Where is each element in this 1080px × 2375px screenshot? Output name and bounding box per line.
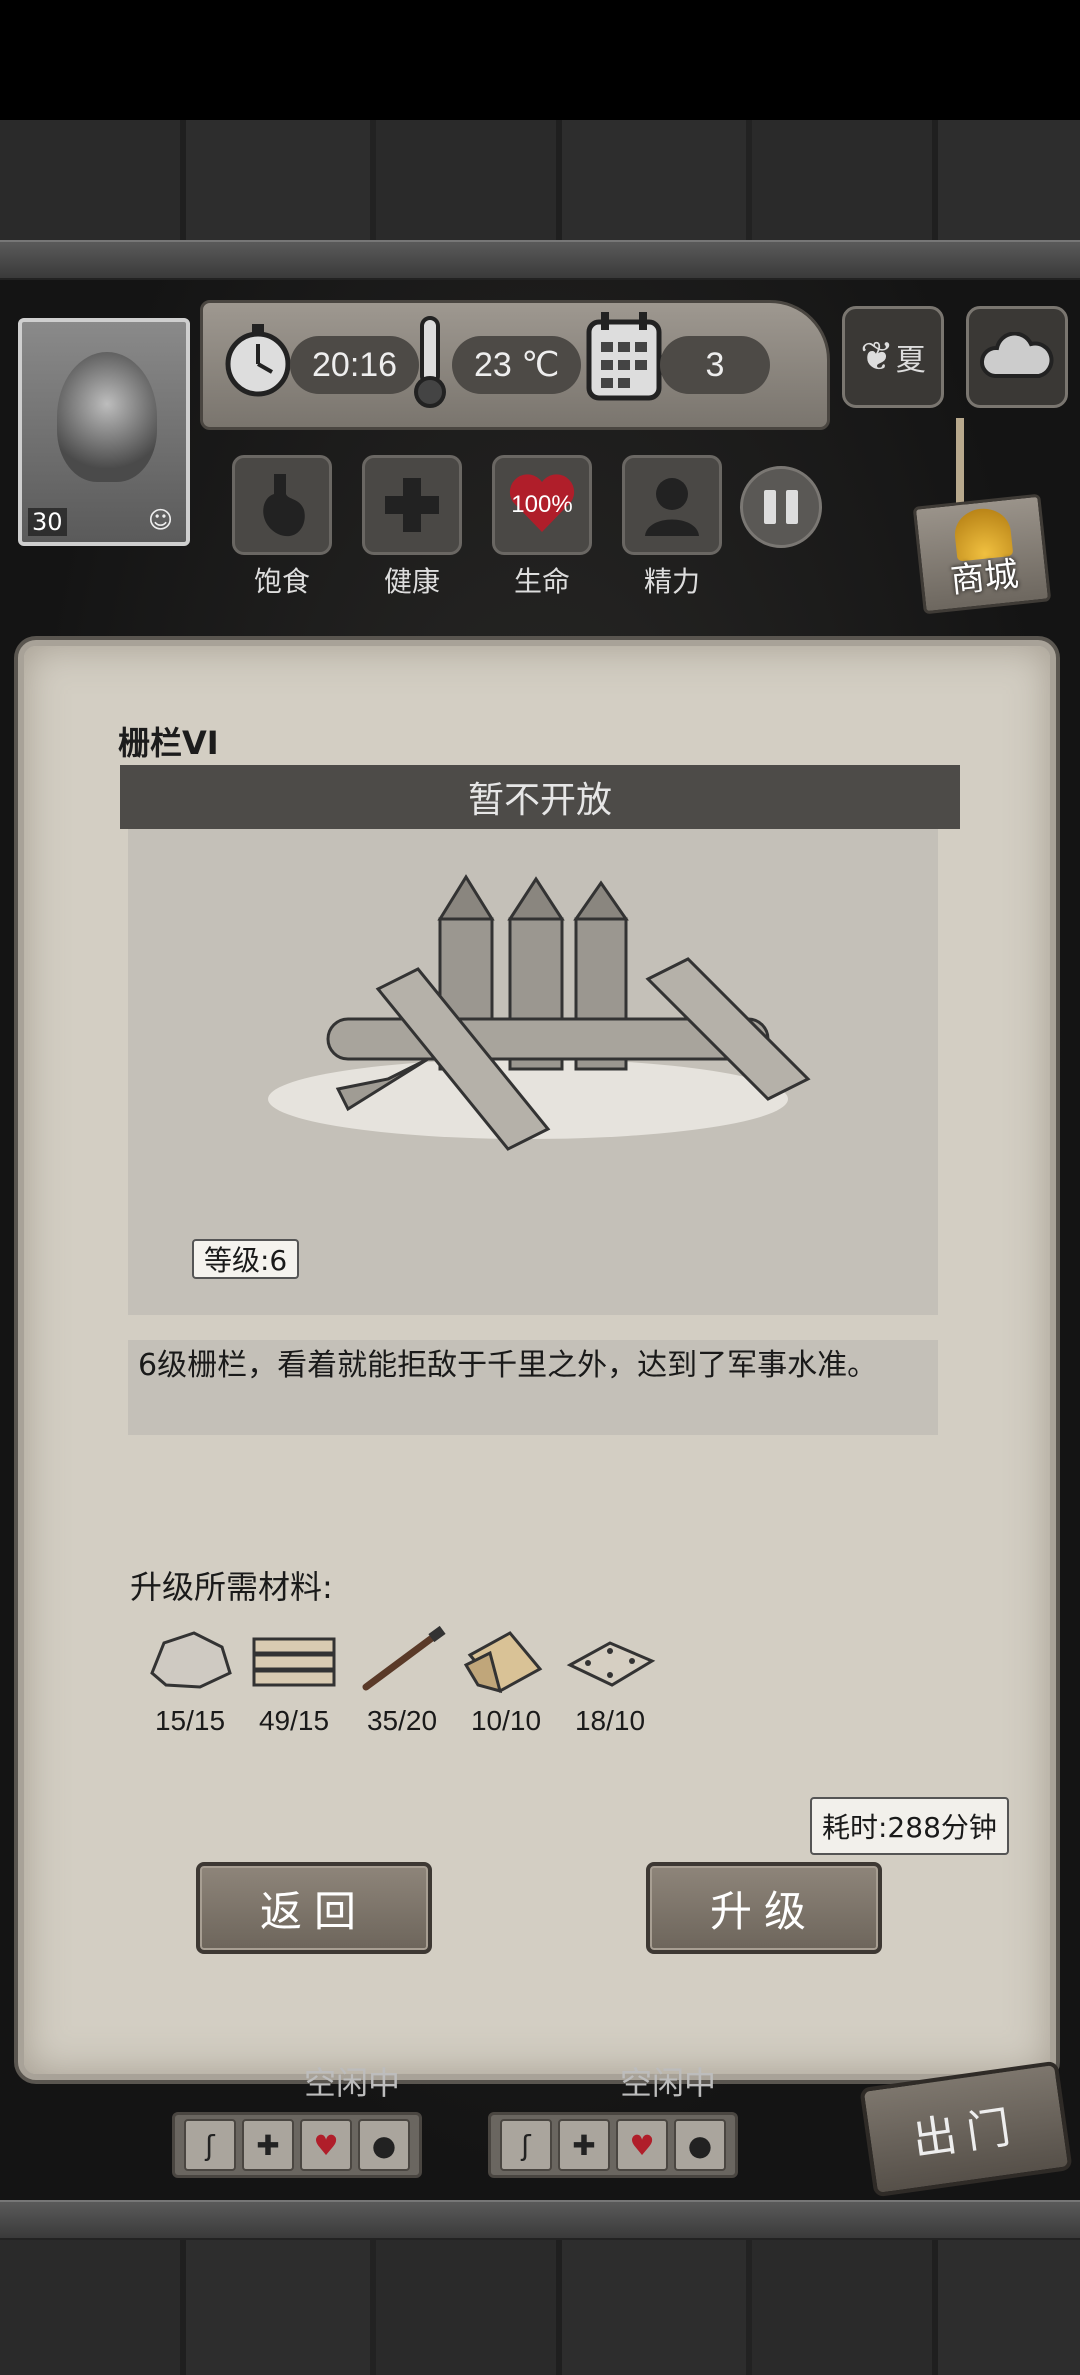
life-value: 100% bbox=[511, 491, 573, 518]
person-bust-icon: ● bbox=[358, 2119, 410, 2171]
health-button[interactable] bbox=[362, 455, 462, 555]
upgrade-time-tooltip: 耗时:288分钟 bbox=[810, 1797, 1009, 1855]
energy-label: 精力 bbox=[643, 565, 700, 598]
worker-status: 空闲中 bbox=[620, 2064, 717, 2102]
stopwatch-icon bbox=[218, 318, 298, 398]
temperature-display: 23 ℃ bbox=[452, 336, 582, 394]
hunger-label: 饱食 bbox=[253, 565, 310, 598]
panel-title: 栅栏VI bbox=[118, 724, 219, 762]
rope bbox=[956, 418, 964, 508]
building-description: 6级栅栏，看着就能拒敌于千里之外，达到了军事水准。 bbox=[128, 1340, 938, 1435]
material-count: 15/15 bbox=[154, 1705, 226, 1736]
character-avatar[interactable]: 30 ☺ bbox=[18, 318, 190, 546]
bottom-wood-planks bbox=[0, 2240, 1080, 2375]
pause-button[interactable] bbox=[740, 466, 822, 548]
bottom-rail bbox=[0, 2200, 1080, 2240]
person-icon: ☺ bbox=[148, 506, 174, 534]
stomach-icon: ʃ bbox=[500, 2119, 552, 2171]
material-count: 18/10 bbox=[574, 1705, 646, 1736]
stone-icon bbox=[150, 1631, 232, 1689]
life-button[interactable]: 100% bbox=[492, 455, 592, 555]
worker-status: 空闲中 bbox=[304, 2064, 401, 2102]
character-portrait bbox=[57, 352, 157, 482]
season-label: 夏 bbox=[895, 343, 926, 378]
material-item[interactable]: 15/15 bbox=[142, 1625, 238, 1737]
cloud-icon bbox=[979, 332, 1054, 378]
health-label: 健康 bbox=[383, 565, 440, 598]
person-bust-icon: ● bbox=[674, 2119, 726, 2171]
cross-icon: ✚ bbox=[558, 2119, 610, 2171]
energy-button[interactable] bbox=[622, 455, 722, 555]
wood-board-icon bbox=[463, 1631, 543, 1694]
heart-icon: ♥ bbox=[300, 2119, 352, 2171]
shop-button[interactable]: 商城 bbox=[912, 493, 1052, 615]
season-button[interactable]: ❦ 夏 bbox=[842, 306, 944, 408]
material-item[interactable]: 10/10 bbox=[458, 1625, 554, 1737]
stomach-icon bbox=[263, 474, 305, 537]
back-button[interactable]: 返回 bbox=[196, 1862, 432, 1954]
pause-icon bbox=[764, 490, 776, 524]
materials-label: 升级所需材料: bbox=[130, 1568, 333, 1606]
day-counter: 3 bbox=[660, 336, 770, 394]
top-rail bbox=[0, 240, 1080, 280]
leaf-icon: ❦ bbox=[860, 334, 894, 380]
worker-stats-bar[interactable]: ʃ ✚ ♥ ● bbox=[488, 2112, 738, 2178]
shop-label: 商城 bbox=[948, 554, 1021, 602]
material-item[interactable]: 49/15 bbox=[246, 1625, 342, 1737]
worker-stats-bar[interactable]: ʃ ✚ ♥ ● bbox=[172, 2112, 422, 2178]
life-label: 生命 bbox=[513, 565, 570, 598]
cross-icon bbox=[385, 478, 439, 532]
wood-plate-icon bbox=[566, 1641, 656, 1687]
upgrade-button[interactable]: 升级 bbox=[646, 1862, 882, 1954]
heart-icon: ♥ bbox=[616, 2119, 668, 2171]
material-count: 35/20 bbox=[366, 1705, 438, 1736]
material-item[interactable]: 35/20 bbox=[354, 1625, 450, 1737]
hunger-button[interactable] bbox=[232, 455, 332, 555]
level-tag: 等级:6 bbox=[192, 1239, 300, 1279]
weather-button[interactable] bbox=[966, 306, 1068, 408]
plank-stack-icon bbox=[252, 1637, 336, 1687]
material-count: 49/15 bbox=[258, 1705, 330, 1736]
material-item[interactable]: 18/10 bbox=[562, 1625, 658, 1737]
status-bar-area bbox=[0, 0, 1080, 120]
character-level: 30 bbox=[28, 508, 67, 536]
stomach-icon: ʃ bbox=[184, 2119, 236, 2171]
calendar-icon bbox=[582, 308, 666, 404]
nail-icon bbox=[362, 1625, 446, 1691]
cross-icon: ✚ bbox=[242, 2119, 294, 2171]
status-banner: 暂不开放 bbox=[120, 765, 960, 829]
thermometer-icon bbox=[400, 312, 460, 412]
pause-icon-bar bbox=[786, 490, 798, 524]
material-count: 10/10 bbox=[470, 1705, 542, 1736]
person-bust-icon bbox=[645, 478, 699, 536]
top-wood-planks bbox=[0, 120, 1080, 245]
